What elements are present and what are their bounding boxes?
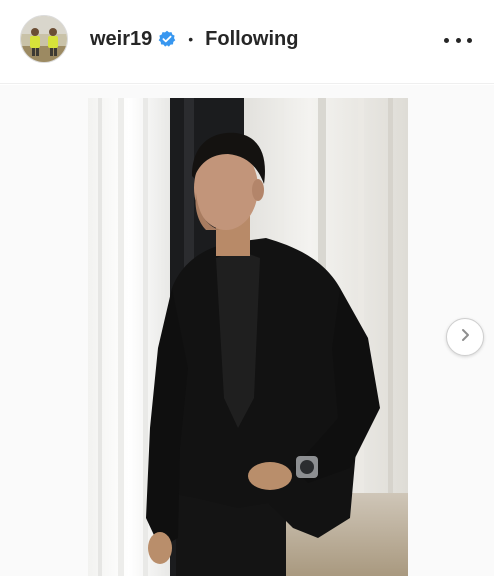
next-photo-button[interactable]: [446, 318, 484, 356]
following-button[interactable]: Following: [205, 28, 298, 51]
avatar[interactable]: [20, 15, 68, 63]
username-row: weir19 • Following: [90, 26, 298, 52]
separator-dot: •: [188, 31, 194, 47]
more-options-icon[interactable]: [444, 30, 472, 50]
avatar-image: [21, 16, 67, 62]
post-photo[interactable]: [88, 98, 408, 576]
chevron-right-icon: [457, 327, 473, 348]
post-media-area: [0, 85, 494, 576]
verified-badge-icon: [158, 30, 176, 48]
username-link[interactable]: weir19: [90, 28, 152, 51]
post-header: weir19 • Following: [0, 0, 494, 84]
portrait-photo: [88, 98, 408, 576]
